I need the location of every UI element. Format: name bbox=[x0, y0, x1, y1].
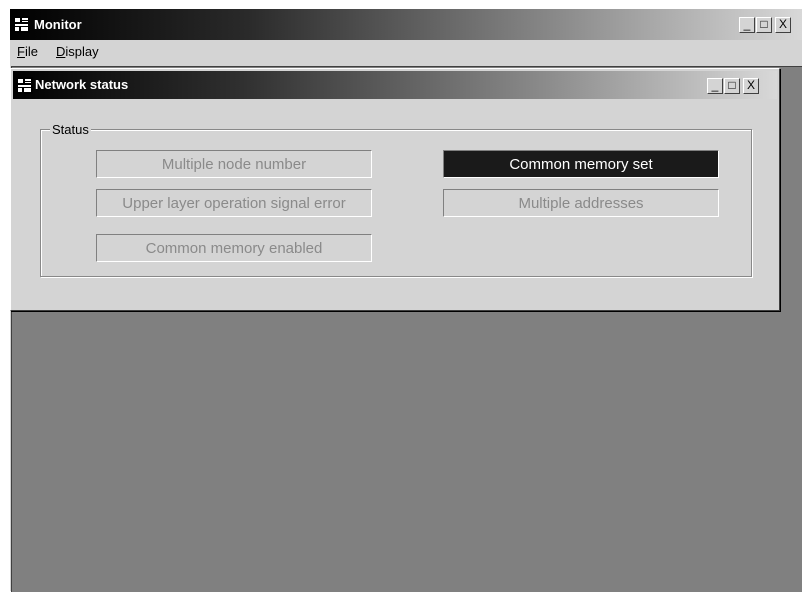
child-window-controls: _ □ X bbox=[707, 78, 759, 96]
status-groupbox: Status Multiple node number Common memor… bbox=[40, 122, 752, 277]
indicator-multiple-node-number: Multiple node number bbox=[96, 150, 372, 178]
indicator-common-memory-enabled: Common memory enabled bbox=[96, 234, 372, 262]
indicator-label: Common memory set bbox=[509, 155, 653, 173]
minimize-icon: _ bbox=[743, 17, 751, 31]
minimize-icon: _ bbox=[711, 78, 719, 92]
close-icon: X bbox=[778, 17, 787, 31]
network-status-window: Network status _ □ X Status Multiple nod… bbox=[10, 68, 780, 311]
indicator-label: Upper layer operation signal error bbox=[122, 194, 346, 212]
close-icon: X bbox=[746, 78, 755, 92]
indicator-label: Common memory enabled bbox=[145, 239, 323, 257]
menu-bar: File Display bbox=[10, 40, 802, 66]
status-group-label: Status bbox=[50, 122, 91, 137]
indicator-upper-layer-operation-signal-error: Upper layer operation signal error bbox=[96, 189, 372, 217]
menu-file[interactable]: File bbox=[17, 44, 38, 59]
child-maximize-button[interactable]: □ bbox=[724, 78, 740, 94]
app-title: Monitor bbox=[34, 17, 82, 32]
child-titlebar[interactable]: Network status _ □ X bbox=[13, 71, 777, 99]
app-titlebar[interactable]: Monitor _ □ X bbox=[10, 9, 802, 40]
maximize-icon: □ bbox=[760, 17, 768, 31]
indicator-common-memory-set: Common memory set bbox=[443, 150, 719, 178]
network-window-icon[interactable] bbox=[16, 77, 33, 94]
indicator-label: Multiple node number bbox=[161, 155, 307, 173]
maximize-icon: □ bbox=[728, 78, 736, 92]
child-window-title: Network status bbox=[35, 77, 129, 92]
app-close-button[interactable]: X bbox=[775, 17, 791, 33]
app-minimize-button[interactable]: _ bbox=[739, 17, 755, 33]
child-close-button[interactable]: X bbox=[743, 78, 759, 94]
indicator-label: Multiple addresses bbox=[518, 194, 644, 212]
app-window-controls: _ □ X bbox=[739, 17, 791, 35]
app-maximize-button[interactable]: □ bbox=[756, 17, 772, 33]
monitor-app-icon[interactable] bbox=[13, 16, 30, 33]
child-minimize-button[interactable]: _ bbox=[707, 78, 723, 94]
menu-display[interactable]: Display bbox=[56, 44, 99, 59]
indicator-multiple-addresses: Multiple addresses bbox=[443, 189, 719, 217]
